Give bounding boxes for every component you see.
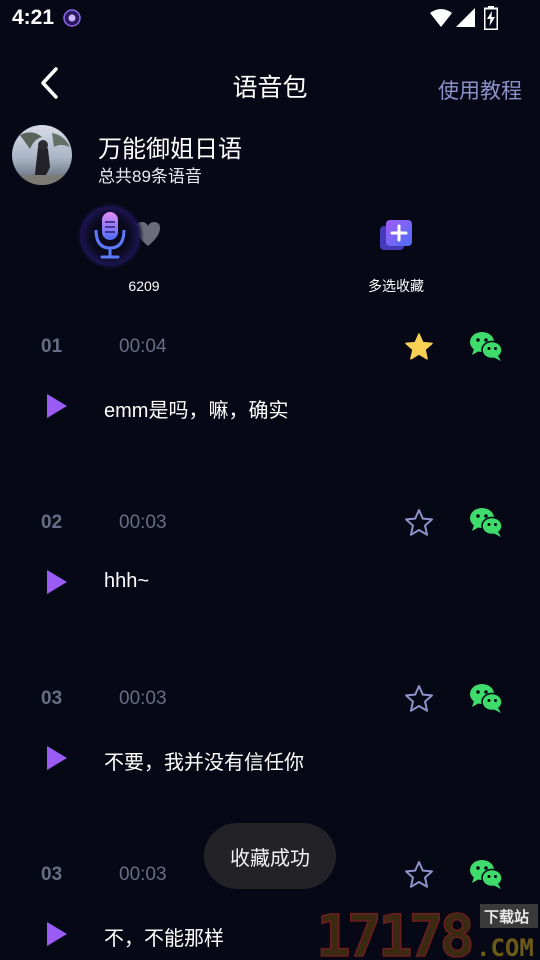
voice-pack-profile: 万能御姐日语 总共89条语音 [12, 125, 532, 187]
multi-select-collect-button[interactable]: 多选收藏 [356, 214, 436, 300]
header: 语音包 使用教程 [0, 56, 540, 112]
wechat-icon[interactable] [468, 506, 504, 538]
voice-text[interactable]: 不要，我并没有信任你 [104, 746, 304, 775]
watermark-number: 17178 [316, 902, 472, 960]
signal-icon [456, 8, 475, 27]
status-bar: 4:21 [0, 0, 540, 36]
star-icon[interactable] [404, 684, 434, 714]
wechat-icon[interactable] [468, 682, 504, 714]
voice-duration: 00:03 [119, 688, 167, 709]
collect-label: 多选收藏 [368, 278, 424, 294]
play-icon[interactable] [46, 745, 68, 771]
star-icon[interactable] [404, 332, 434, 362]
watermark-domain: .COM [476, 934, 534, 960]
list-item: 02 00:03 hhh~ [0, 508, 540, 688]
pack-name: 万能御姐日语 [98, 136, 242, 163]
voice-text[interactable]: emm是吗，嘛，确实 [104, 394, 288, 423]
star-icon[interactable] [404, 508, 434, 538]
toast-message: 收藏成功 [204, 823, 336, 889]
voice-number: 02 [41, 512, 63, 533]
app-notification-icon [63, 9, 81, 27]
voice-number: 01 [41, 336, 63, 357]
site-watermark: 17178 下载站 .COM [316, 901, 538, 960]
avatar [12, 125, 72, 185]
list-item: 01 00:04 emm是吗，嘛，确实 [0, 332, 540, 512]
voice-number: 03 [41, 864, 63, 885]
voice-text[interactable]: 不，不能那样 [104, 922, 224, 951]
voice-number: 03 [41, 688, 63, 709]
voice-duration: 00:03 [119, 864, 167, 885]
like-count: 6209 [128, 278, 160, 294]
play-icon[interactable] [46, 393, 68, 419]
pack-count: 总共89条语音 [98, 167, 202, 186]
voice-duration: 00:03 [119, 512, 167, 533]
tutorial-link[interactable]: 使用教程 [438, 75, 522, 105]
wifi-icon [430, 9, 452, 27]
battery-icon [484, 6, 498, 30]
play-icon[interactable] [46, 921, 68, 947]
voice-text[interactable]: hhh~ [104, 570, 149, 593]
status-time: 4:21 [12, 6, 55, 29]
like-button[interactable] [74, 200, 160, 272]
wechat-icon[interactable] [468, 858, 504, 890]
play-icon[interactable] [46, 569, 68, 595]
voice-duration: 00:04 [119, 336, 167, 357]
wechat-icon[interactable] [468, 330, 504, 362]
add-collection-icon [380, 220, 412, 250]
watermark-site: 下载站 [484, 908, 529, 926]
star-icon[interactable] [404, 860, 434, 890]
